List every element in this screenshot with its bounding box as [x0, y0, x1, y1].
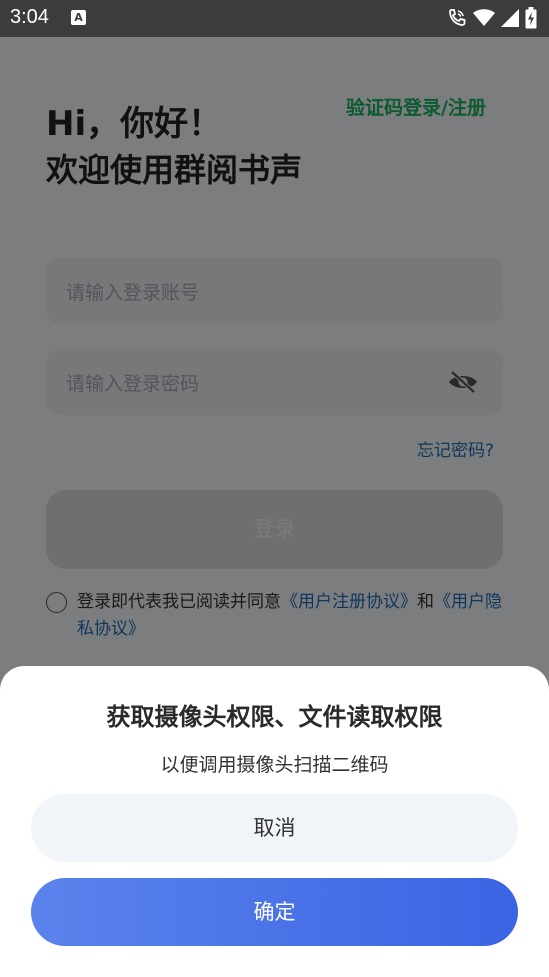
status-icons	[447, 7, 537, 29]
signal-icon	[501, 9, 519, 27]
battery-charging-icon	[525, 7, 537, 29]
status-bar: 3:04 A	[0, 0, 549, 37]
confirm-button[interactable]: 确定	[31, 878, 518, 946]
permission-dialog: 获取摄像头权限、文件读取权限 以便调用摄像头扫描二维码 取消 确定	[0, 666, 549, 977]
wifi-calling-icon	[449, 9, 466, 26]
wifi-icon	[473, 9, 495, 26]
dialog-title: 获取摄像头权限、文件读取权限	[106, 703, 443, 731]
status-time: 3:04	[10, 6, 49, 28]
cancel-button[interactable]: 取消	[31, 794, 518, 862]
notification-icon: A	[71, 10, 86, 25]
dialog-subtitle: 以便调用摄像头扫描二维码	[160, 754, 389, 776]
